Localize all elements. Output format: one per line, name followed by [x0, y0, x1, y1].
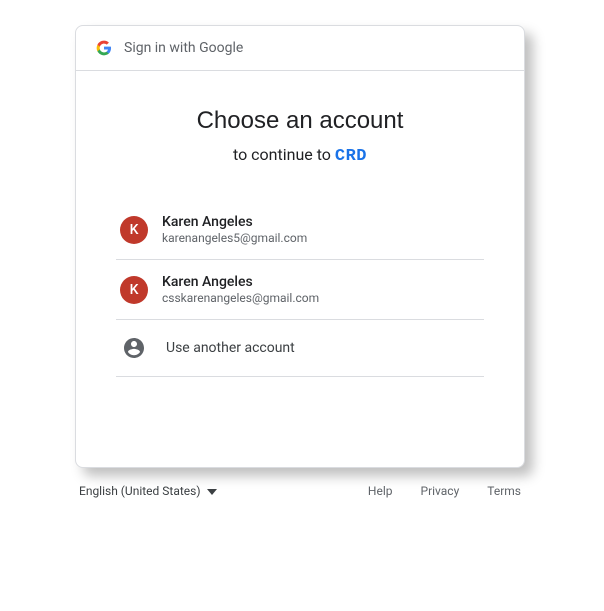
account-row[interactable]: K Karen Angeles karenangeles5@gmail.com	[116, 200, 484, 260]
account-info: Karen Angeles csskarenangeles@gmail.com	[162, 274, 319, 305]
page-subtitle: to continue to CRD	[116, 145, 484, 166]
chevron-down-icon	[207, 484, 217, 498]
person-icon	[120, 334, 148, 362]
avatar: K	[120, 216, 148, 244]
card-header: Sign in with Google	[76, 26, 524, 71]
use-another-account-row[interactable]: Use another account	[116, 320, 484, 377]
card-content: Choose an account to continue to CRD K K…	[76, 71, 524, 467]
page-title: Choose an account	[116, 107, 484, 135]
account-list: K Karen Angeles karenangeles5@gmail.com …	[116, 200, 484, 377]
use-another-label: Use another account	[166, 340, 295, 356]
account-name: Karen Angeles	[162, 274, 319, 290]
account-row[interactable]: K Karen Angeles csskarenangeles@gmail.co…	[116, 260, 484, 320]
account-name: Karen Angeles	[162, 214, 307, 230]
signin-card: Sign in with Google Choose an account to…	[75, 25, 525, 468]
google-logo-icon	[96, 40, 112, 56]
account-email: karenangeles5@gmail.com	[162, 231, 307, 245]
app-name-link[interactable]: CRD	[335, 147, 367, 166]
language-selector[interactable]: English (United States)	[79, 484, 217, 498]
footer: English (United States) Help Privacy Ter…	[75, 468, 525, 498]
header-title: Sign in with Google	[124, 40, 243, 56]
terms-link[interactable]: Terms	[487, 484, 521, 498]
footer-links: Help Privacy Terms	[368, 484, 521, 498]
avatar: K	[120, 276, 148, 304]
privacy-link[interactable]: Privacy	[421, 484, 460, 498]
help-link[interactable]: Help	[368, 484, 393, 498]
subtitle-prefix: to continue to	[233, 145, 335, 164]
account-info: Karen Angeles karenangeles5@gmail.com	[162, 214, 307, 245]
account-email: csskarenangeles@gmail.com	[162, 291, 319, 305]
language-label: English (United States)	[79, 484, 201, 498]
